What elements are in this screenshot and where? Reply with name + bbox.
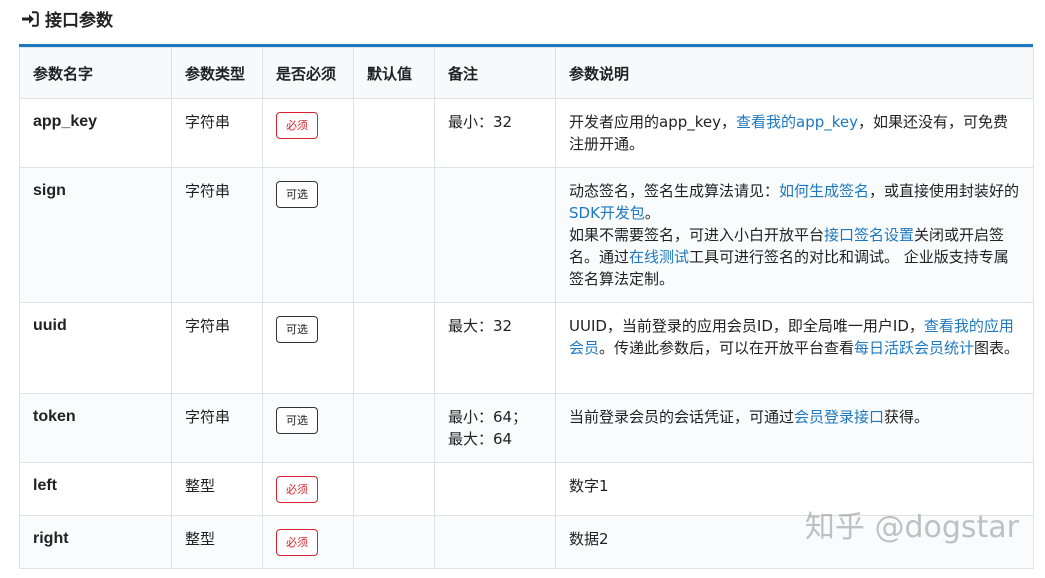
- description-cell: 当前登录会员的会话凭证，可通过会员登录接口获得。: [555, 393, 1034, 463]
- required-cell: 可选: [262, 167, 354, 303]
- optional-badge: 可选: [276, 181, 318, 208]
- remark-cell: 最小：64； 最大：64: [434, 393, 556, 463]
- param-type-cell: 整型: [171, 462, 263, 516]
- default-value-cell: [353, 393, 435, 463]
- description-text: 动态签名，签名生成算法请见：: [569, 182, 780, 200]
- header-param-name: 参数名字: [19, 47, 172, 99]
- param-type-cell: 字符串: [171, 393, 263, 463]
- remark-line: 最小：32: [448, 113, 513, 131]
- default-value-cell: [353, 98, 435, 168]
- required-badge: 必须: [276, 529, 318, 556]
- remark-cell: [434, 462, 556, 516]
- required-cell: 可选: [262, 302, 354, 394]
- header-required: 是否必须: [262, 47, 354, 99]
- table-row: sign 字符串 可选 动态签名，签名生成算法请见：如何生成签名，或直接使用封装好的 S…: [19, 167, 1034, 303]
- description-text: 数据2: [569, 530, 609, 548]
- required-cell: 必须: [262, 515, 354, 569]
- description-cell: UUID，当前登录的应用会员ID，即全局唯一用户ID，查看我的应用会员。传递此参…: [555, 302, 1034, 394]
- default-value-cell: [353, 515, 435, 569]
- description-text: 开发者应用的app_key，: [569, 113, 736, 131]
- optional-badge: 可选: [276, 407, 318, 434]
- required-cell: 必须: [262, 462, 354, 516]
- table-header-row: 参数名字 参数类型 是否必须 默认值 备注 参数说明: [19, 47, 1034, 99]
- remark-line: 最大：32: [448, 317, 513, 335]
- description-link[interactable]: 如何生成签名: [779, 182, 869, 200]
- default-value-cell: [353, 302, 435, 394]
- description-text: 图表。: [974, 339, 1020, 357]
- table-row: app_key 字符串 必须 最小：32 开发者应用的app_key，查看我的app_k…: [19, 98, 1034, 168]
- description-cell: 动态签名，签名生成算法请见：如何生成签名，或直接使用封装好的 SDK开发包。如果不…: [555, 167, 1034, 303]
- description-text: ，或直接使用封装好的: [869, 182, 1020, 200]
- remark-line: 最小：64；: [448, 408, 528, 426]
- description-text: 数字1: [569, 477, 609, 495]
- description-link[interactable]: 查看我的app_key: [736, 113, 858, 131]
- header-description: 参数说明: [555, 47, 1034, 99]
- watermark: 知乎 @dogstar: [804, 510, 1019, 545]
- header-remark: 备注: [434, 47, 556, 99]
- param-type-cell: 字符串: [171, 98, 263, 168]
- description-text: 获得。: [884, 408, 930, 426]
- param-type-cell: 整型: [171, 515, 263, 569]
- description-link[interactable]: 会员登录接口: [794, 408, 884, 426]
- param-name-cell: token: [19, 393, 172, 463]
- param-name-cell: app_key: [19, 98, 172, 168]
- description-text: 如果不需要签名，可进入小白开放平台: [569, 226, 825, 244]
- required-cell: 可选: [262, 393, 354, 463]
- optional-badge: 可选: [276, 316, 318, 343]
- header-param-type: 参数类型: [171, 47, 263, 99]
- parameters-table-container: 参数名字 参数类型 是否必须 默认值 备注 参数说明 app_key 字符串 必须最…: [19, 44, 1034, 569]
- remark-cell: 最小：32: [434, 98, 556, 168]
- default-value-cell: [353, 167, 435, 303]
- required-badge: 必须: [276, 476, 318, 503]
- param-name-cell: sign: [19, 167, 172, 303]
- remark-cell: 最大：32: [434, 302, 556, 394]
- param-name-cell: uuid: [19, 302, 172, 394]
- remark-cell: [434, 167, 556, 303]
- description-link[interactable]: SDK开发包: [569, 204, 645, 222]
- param-type-cell: 字符串: [171, 167, 263, 303]
- description-text: 。传递此参数后，可以在开放平台查看: [599, 339, 855, 357]
- remark-line: 最大：64: [448, 430, 513, 448]
- description-link[interactable]: 在线测试: [629, 248, 689, 266]
- param-name-cell: left: [19, 462, 172, 516]
- description-text: UUID，当前登录的应用会员ID，即全局唯一用户ID，: [569, 317, 924, 335]
- parameters-table: 参数名字 参数类型 是否必须 默认值 备注 参数说明 app_key 字符串 必须最…: [19, 47, 1034, 569]
- sign-in-arrow-icon: [21, 10, 39, 27]
- table-row: uuid 字符串 可选 最大：32 UUID，当前登录的应用会员ID，即全局唯一用户ID…: [19, 302, 1034, 394]
- description-link[interactable]: 每日活跃会员统计: [854, 339, 974, 357]
- section-header: 接口参数: [21, 6, 113, 31]
- description-cell: 开发者应用的app_key，查看我的app_key，如果还没有，可免费注册开通。: [555, 98, 1034, 168]
- description-text: 。: [644, 204, 660, 222]
- default-value-cell: [353, 462, 435, 516]
- param-type-cell: 字符串: [171, 302, 263, 394]
- param-name-cell: right: [19, 515, 172, 569]
- required-badge: 必须: [276, 112, 318, 139]
- section-title: 接口参数: [45, 11, 113, 31]
- description-text: 当前登录会员的会话凭证，可通过: [569, 408, 795, 426]
- table-row: token 字符串 可选 最小：64； 最大：64 当前登录会员的会话凭证，可通过会员登录…: [19, 393, 1034, 463]
- required-cell: 必须: [262, 98, 354, 168]
- header-default: 默认值: [353, 47, 435, 99]
- remark-cell: [434, 515, 556, 569]
- description-link[interactable]: 接口签名设置: [824, 226, 914, 244]
